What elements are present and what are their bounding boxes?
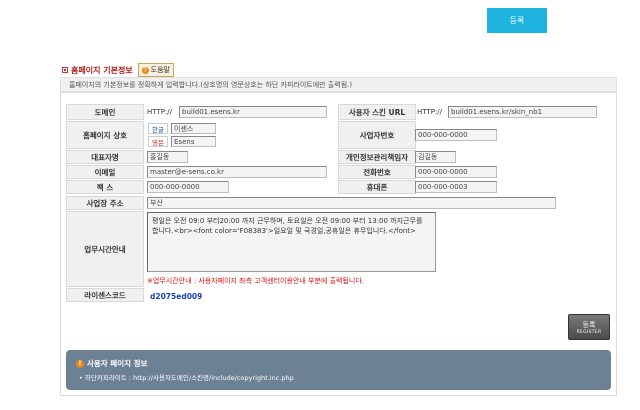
privacy-manager-input[interactable]: 김길동 [415, 151, 456, 163]
register-button-sub: REGISTER [576, 329, 602, 335]
help-button[interactable]: ? 도움말 [137, 63, 174, 77]
skin-url-prefix: HTTP:// [417, 108, 442, 116]
info-title: 사용자 페이지 정보 [87, 359, 148, 368]
ceo-input[interactable]: 홍길동 [147, 151, 188, 163]
skin-url-input[interactable]: build01.esens.kr/skin_nb1 [448, 106, 597, 118]
question-icon: ? [141, 66, 149, 74]
en-tag: 영문 [148, 136, 168, 147]
top-register-button[interactable]: 등록 [487, 8, 547, 33]
company-label: 홈페이지 상호 [66, 121, 144, 149]
section-header: 홈페이지 기본정보 ? 도움말 [62, 63, 174, 77]
biz-no-input[interactable]: 000-000-0000 [415, 129, 497, 141]
license-label: 라이센스코드 [66, 288, 144, 302]
email-label: 이메일 [66, 165, 144, 179]
biz-no-label: 사업자번호 [338, 121, 416, 149]
skin-url-label: 사용자 스킨 URL [338, 104, 416, 120]
register-button[interactable]: 등록 REGISTER [568, 314, 610, 340]
domain-prefix: HTTP:// [147, 108, 172, 116]
company-ko-input[interactable]: 이센스 [171, 123, 216, 134]
privacy-manager-label: 개인정보관리책임자 [338, 150, 416, 164]
address-input[interactable]: 부산 [147, 197, 556, 209]
business-hours-label: 업무시간안내 [66, 211, 144, 287]
company-en-input[interactable]: Esens [171, 136, 216, 147]
section-description: 홈페이지의 기본정보를 정확하게 입력합니다.(상호명의 영문상호는 하단 카피… [60, 77, 617, 92]
phone-label: 전화번호 [338, 165, 416, 179]
ceo-label: 대표자명 [66, 150, 144, 164]
info-text: • 하단카피라이트 : http://사용자도메인/스킨명/include/co… [79, 374, 294, 382]
help-label: 도움말 [150, 66, 170, 74]
mobile-label: 휴대폰 [338, 180, 416, 194]
license-code: d2075ed009 [150, 292, 203, 301]
email-input[interactable]: master@e-sens.co.kr [147, 166, 327, 178]
bullet-icon [62, 67, 68, 73]
domain-label: 도메인 [66, 104, 144, 120]
fax-label: 팩 스 [66, 180, 144, 194]
user-page-info-box: ! 사용자 페이지 정보 • 하단카피라이트 : http://사용자도메인/스… [66, 350, 611, 390]
domain-input[interactable]: build01.esens.kr [179, 106, 327, 118]
ko-tag: 한글 [148, 123, 168, 134]
section-title: 홈페이지 기본정보 [71, 65, 133, 75]
mobile-input[interactable]: 000-000-0003 [415, 181, 497, 193]
business-hours-textarea[interactable]: 평일은 오전 09:0 부터20:00 까지 근무하며, 토요일은 오전 09:… [147, 212, 436, 272]
phone-input[interactable]: 000-000-0000 [415, 166, 497, 178]
business-hours-note: ※업무시간안내 : 사용자페이지 좌측 고객센터이용안내 부분에 출력됩니다. [147, 277, 364, 285]
info-title-row: ! 사용자 페이지 정보 [76, 358, 147, 369]
info-icon: ! [76, 359, 84, 368]
fax-input[interactable]: 000-000-0000 [147, 181, 229, 193]
register-button-label: 등록 [582, 320, 596, 329]
address-label: 사업장 주소 [66, 196, 144, 210]
